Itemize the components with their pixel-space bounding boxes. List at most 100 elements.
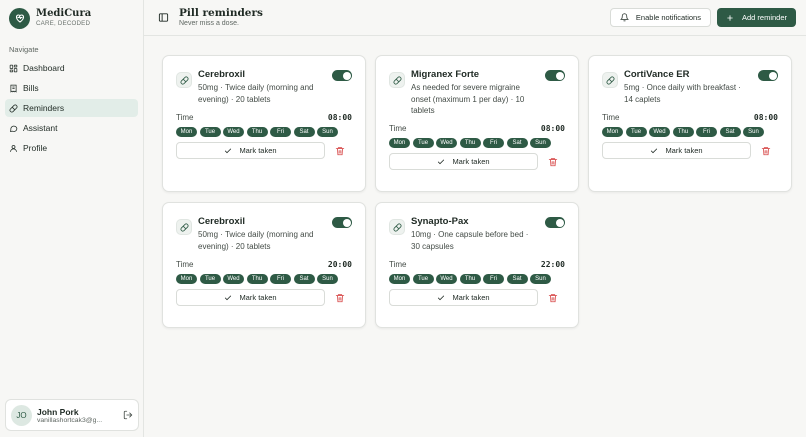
sidebar-item-label: Bills: [23, 83, 39, 93]
time-value: 08:00: [753, 113, 778, 123]
sidebar-item-label: Profile: [23, 143, 48, 153]
day-chip-tue[interactable]: Tue: [412, 274, 434, 285]
app-name: MediCura: [36, 7, 92, 19]
day-chip-sun[interactable]: Sun: [530, 138, 551, 149]
trash-icon[interactable]: [548, 157, 558, 167]
time-value: 22:00: [540, 260, 565, 270]
page-title: Pill reminders: [179, 7, 263, 20]
reminder-card: Migranex Forte As needed for severe migr…: [375, 55, 579, 192]
day-chip-sun[interactable]: Sun: [317, 127, 338, 138]
sidebar-item-profile[interactable]: Profile: [5, 139, 138, 157]
logout-icon[interactable]: [123, 410, 133, 420]
dashboard-icon: [9, 64, 18, 72]
mark-taken-label: Mark taken: [665, 146, 703, 156]
day-chip-tue[interactable]: Tue: [199, 127, 221, 138]
trash-icon[interactable]: [335, 293, 345, 303]
pill-icon: [602, 72, 618, 88]
day-chip-tue[interactable]: Tue: [199, 274, 221, 285]
time-label: Time: [389, 124, 407, 134]
mark-taken-button[interactable]: Mark taken: [176, 142, 325, 160]
day-chip-fri[interactable]: Fri: [483, 138, 504, 149]
day-chip-wed[interactable]: Wed: [649, 127, 670, 138]
reminder-toggle[interactable]: [758, 70, 778, 81]
user-card[interactable]: JO John Pork vanillashortcak3@g...: [5, 399, 139, 431]
day-chip-fri[interactable]: Fri: [696, 127, 717, 138]
day-selector: Mon Tue Wed Thu Fri Sat Sun: [176, 127, 352, 138]
medication-name: CortiVance ER: [624, 69, 690, 80]
day-chip-fri[interactable]: Fri: [483, 274, 504, 285]
mark-taken-label: Mark taken: [452, 157, 490, 167]
check-icon: [438, 295, 445, 300]
mark-taken-button[interactable]: Mark taken: [389, 289, 538, 307]
day-chip-thu[interactable]: Thu: [246, 127, 268, 138]
sidebar-item-bills[interactable]: Bills: [5, 79, 138, 97]
day-chip-wed[interactable]: Wed: [223, 127, 244, 138]
chat-icon: [10, 125, 18, 132]
sidebar-toggle-icon[interactable]: [158, 12, 169, 23]
check-icon: [225, 148, 232, 153]
day-chip-sat[interactable]: Sat: [293, 127, 315, 138]
day-chip-tue[interactable]: Tue: [412, 138, 434, 149]
day-chip-sat[interactable]: Sat: [719, 127, 741, 138]
time-value: 20:00: [327, 260, 352, 270]
day-chip-thu[interactable]: Thu: [459, 138, 481, 149]
day-chip-sun[interactable]: Sun: [530, 274, 551, 285]
day-chip-sat[interactable]: Sat: [506, 138, 528, 149]
user-icon: [10, 144, 17, 152]
sidebar-item-label: Assistant: [23, 123, 58, 133]
time-label: Time: [389, 260, 407, 270]
enable-notifications-button[interactable]: Enable notifications: [609, 8, 711, 27]
day-chip-sun[interactable]: Sun: [743, 127, 764, 138]
pill-icon: [176, 72, 192, 88]
mark-taken-button[interactable]: Mark taken: [389, 153, 538, 171]
day-chip-wed[interactable]: Wed: [436, 138, 457, 149]
day-chip-thu[interactable]: Thu: [672, 127, 694, 138]
day-chip-fri[interactable]: Fri: [270, 274, 291, 285]
medication-description: As needed for severe migraine onset (max…: [411, 83, 525, 116]
sidebar-item-assistant[interactable]: Assistant: [5, 119, 138, 137]
reminder-toggle[interactable]: [545, 70, 565, 81]
day-chip-mon[interactable]: Mon: [176, 127, 197, 138]
day-chip-mon[interactable]: Mon: [389, 138, 410, 149]
day-chip-mon[interactable]: Mon: [602, 127, 623, 138]
day-chip-tue[interactable]: Tue: [625, 127, 647, 138]
medication-description: 50mg · Twice daily (morning and evening)…: [198, 83, 314, 104]
day-chip-sat[interactable]: Sat: [506, 274, 528, 285]
mark-taken-button[interactable]: Mark taken: [176, 289, 325, 307]
mark-taken-label: Mark taken: [452, 293, 490, 303]
day-chip-mon[interactable]: Mon: [389, 274, 410, 285]
brand[interactable]: MediCura CARE, DECODED: [0, 0, 143, 36]
enable-notifications-label: Enable notifications: [635, 13, 701, 22]
day-chip-mon[interactable]: Mon: [176, 274, 197, 285]
day-chip-sat[interactable]: Sat: [293, 274, 315, 285]
reminder-toggle[interactable]: [545, 217, 565, 228]
day-chip-thu[interactable]: Thu: [459, 274, 481, 285]
trash-icon[interactable]: [335, 146, 345, 156]
medication-name: Synapto-Pax: [411, 216, 469, 227]
day-selector: Mon Tue Wed Thu Fri Sat Sun: [389, 138, 565, 149]
nav-heading: Navigate: [9, 45, 39, 54]
day-chip-thu[interactable]: Thu: [246, 274, 268, 285]
reminder-toggle[interactable]: [332, 217, 352, 228]
day-selector: Mon Tue Wed Thu Fri Sat Sun: [389, 274, 565, 285]
time-value: 08:00: [540, 124, 565, 134]
sidebar-item-dashboard[interactable]: Dashboard: [5, 59, 138, 77]
medication-name: Migranex Forte: [411, 69, 480, 80]
mark-taken-label: Mark taken: [239, 293, 277, 303]
day-chip-wed[interactable]: Wed: [223, 274, 244, 285]
day-chip-wed[interactable]: Wed: [436, 274, 457, 285]
trash-icon[interactable]: [548, 293, 558, 303]
add-reminder-button[interactable]: Add reminder: [716, 8, 796, 27]
trash-icon[interactable]: [761, 146, 771, 156]
day-chip-sun[interactable]: Sun: [317, 274, 338, 285]
reminder-card: Cerebroxil 50mg · Twice daily (morning a…: [162, 55, 366, 192]
time-label: Time: [176, 260, 194, 270]
day-chip-fri[interactable]: Fri: [270, 127, 291, 138]
mark-taken-button[interactable]: Mark taken: [602, 142, 751, 160]
add-reminder-label: Add reminder: [741, 13, 787, 22]
medication-name: Cerebroxil: [198, 216, 245, 227]
bell-icon: [619, 13, 629, 22]
sidebar-item-reminders[interactable]: Reminders: [5, 99, 138, 117]
reminder-toggle[interactable]: [332, 70, 352, 81]
time-label: Time: [602, 113, 620, 123]
